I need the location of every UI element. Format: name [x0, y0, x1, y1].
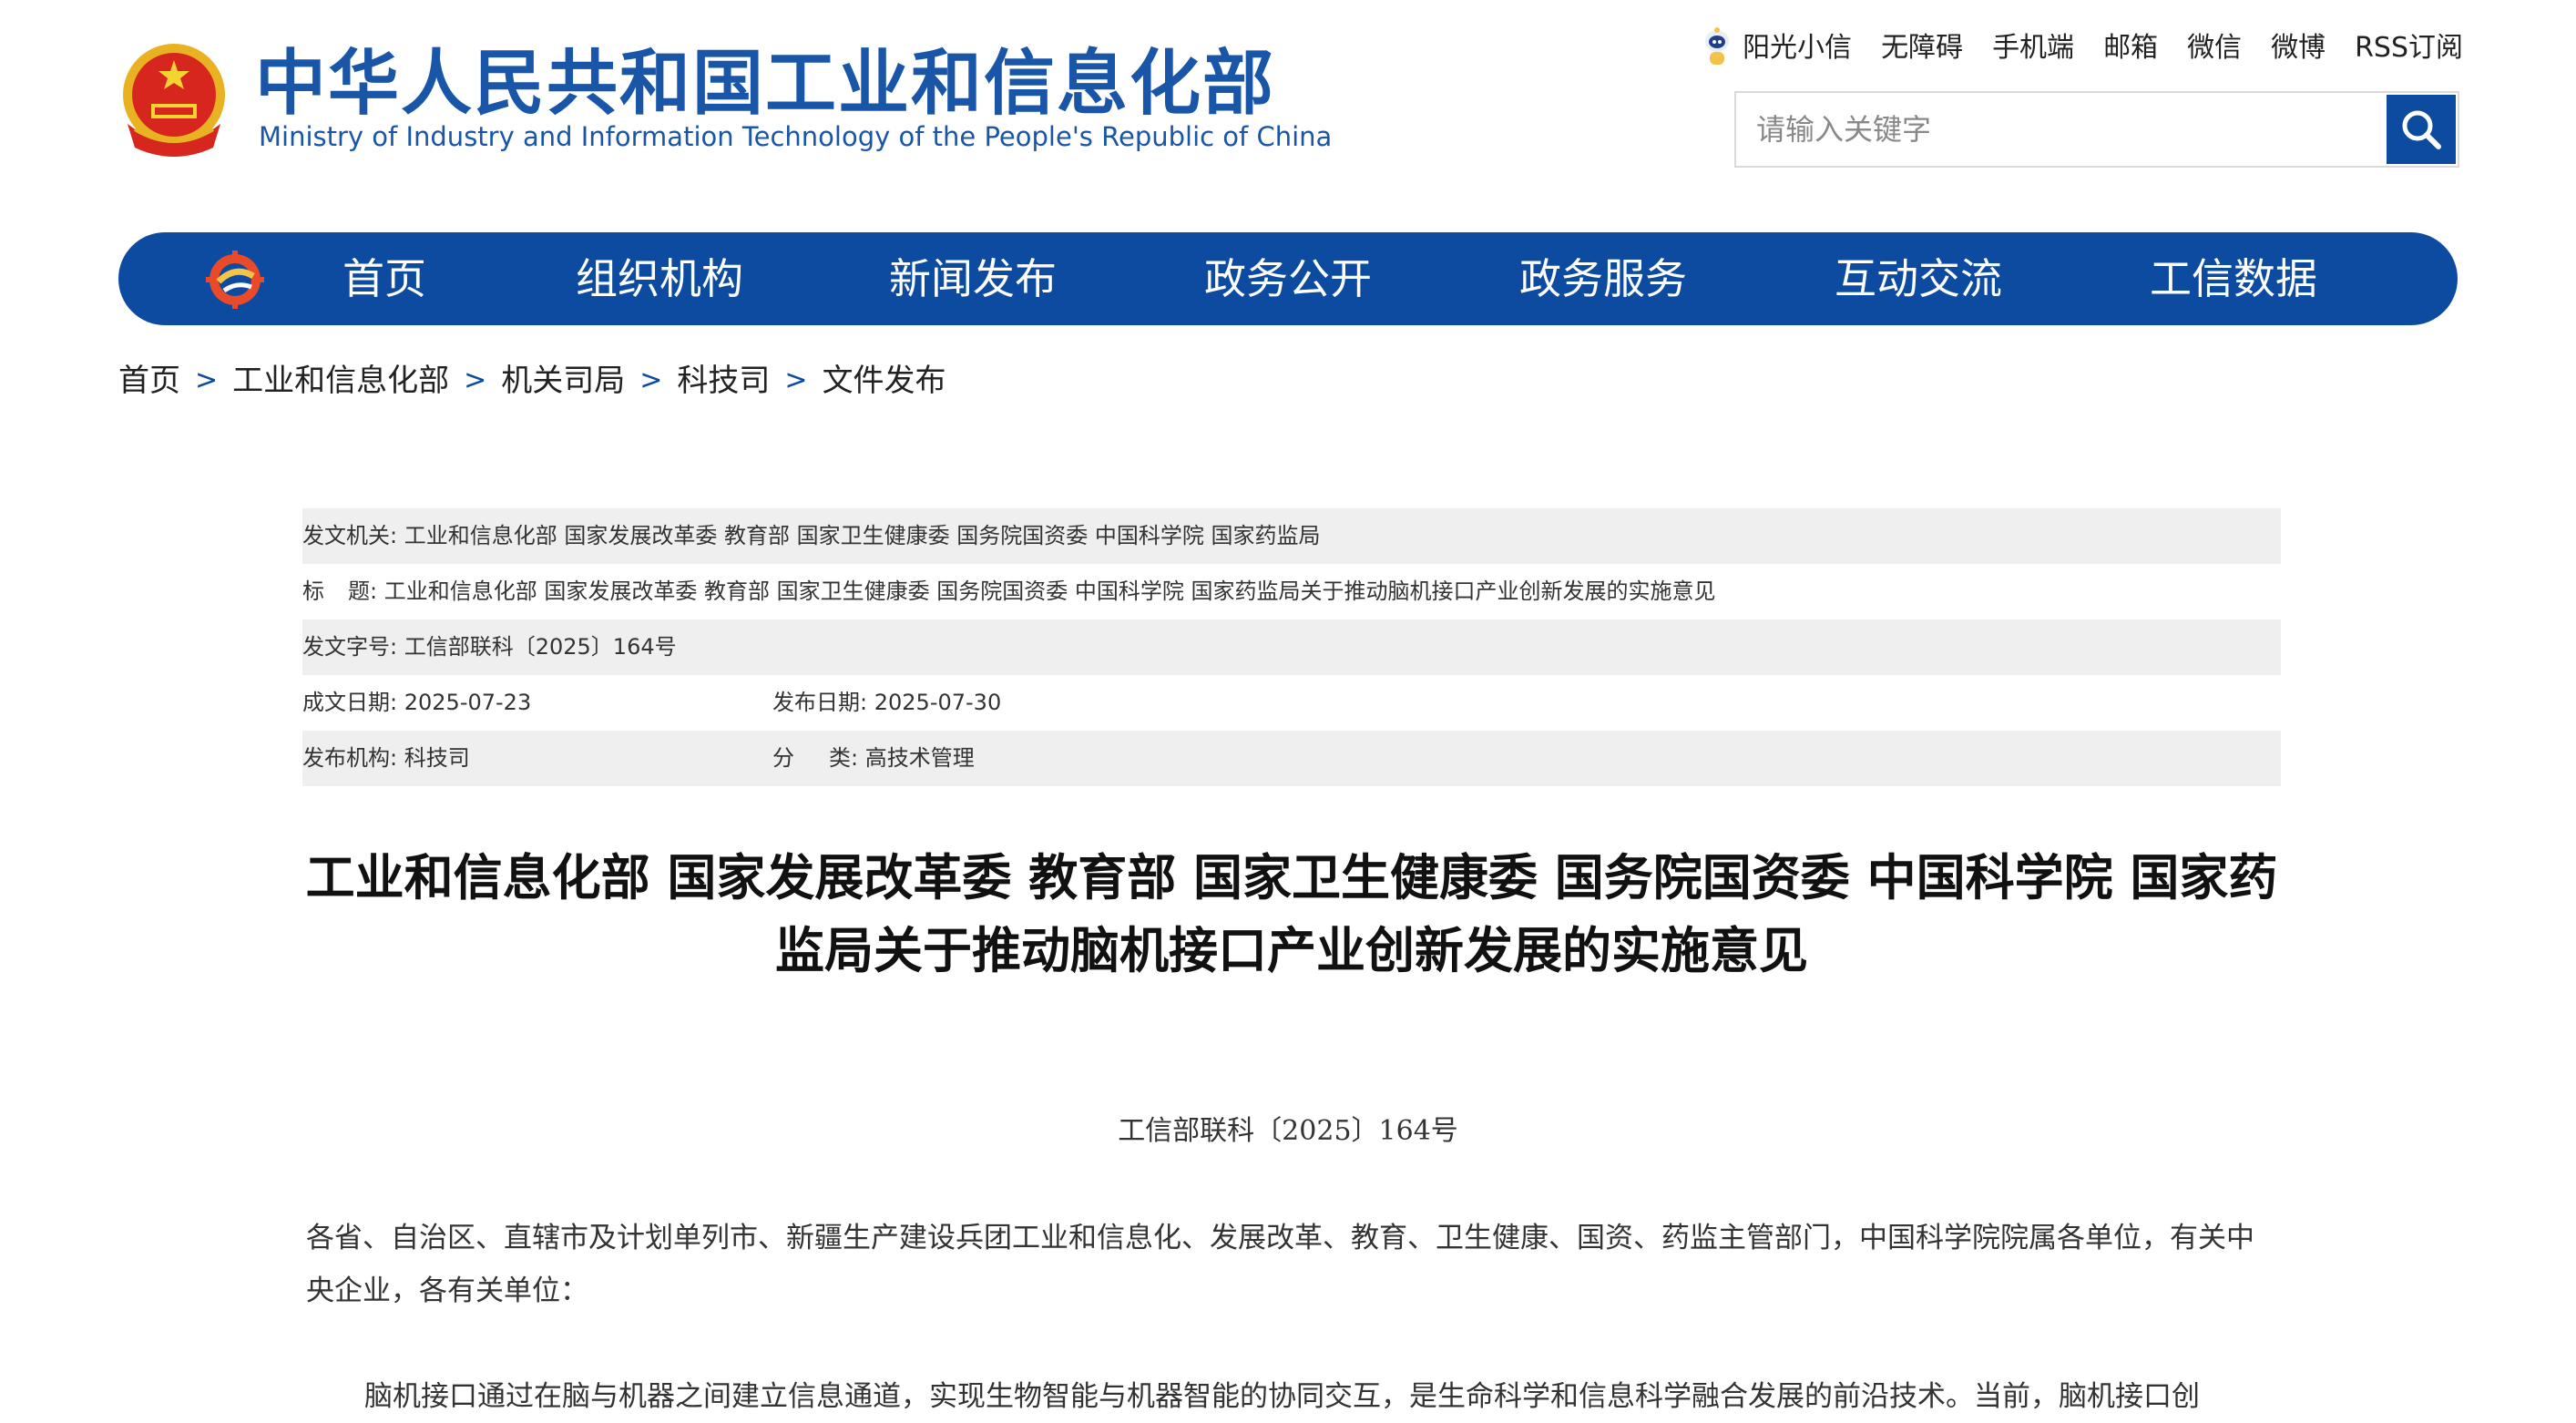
top-links: 阳光小信 无障碍 手机端 邮箱 微信 微博 RSS订阅	[1701, 26, 2463, 71]
subject-label-first-char: 标	[302, 578, 324, 604]
document-title: 工业和信息化部 国家发展改革委 教育部 国家卫生健康委 国务院国资委 中国科学院…	[305, 849, 2278, 979]
sunshine-assistant-label: 阳光小信	[1743, 32, 1853, 64]
rss-link[interactable]: RSS订阅	[2355, 26, 2463, 71]
robot-assistant-icon	[1705, 27, 1730, 65]
miit-logo-icon	[206, 251, 264, 309]
org-value: 科技司	[404, 745, 470, 771]
search-button[interactable]	[2387, 95, 2456, 164]
meta-row-subject: 标题: 工业和信息化部 国家发展改革委 教育部 国家卫生健康委 国务院国资委 中…	[302, 564, 2281, 619]
page: 中华人民共和国工业和信息化部 Ministry of Industry and …	[0, 0, 2576, 1413]
body-paragraph: 脑机接口通过在脑与机器之间建立信息通道，实现生物智能与机器智能的协同交互，是生命…	[364, 1380, 2200, 1413]
breadcrumb-separator: >	[195, 364, 219, 396]
breadcrumb-separator: >	[464, 364, 487, 396]
main-nav: 首页 组织机构 新闻发布 政务公开 政务服务 互动交流 工信数据	[118, 232, 2458, 325]
nav-interaction[interactable]: 互动交流	[1835, 232, 2002, 325]
national-emblem-icon	[123, 44, 225, 157]
nav-organization[interactable]: 组织机构	[576, 232, 743, 325]
breadcrumb: 首页 > 工业和信息化部 > 机关司局 > 科技司 > 文件发布	[118, 358, 946, 404]
meta-row-doc-number: 发文字号: 工信部联科〔2025〕164号	[302, 619, 2281, 675]
site-title: 中华人民共和国工业和信息化部	[255, 43, 1276, 125]
breadcrumb-departments[interactable]: 机关司局	[501, 358, 625, 404]
issuer-label: 发文机关:	[302, 523, 398, 548]
search-input[interactable]	[1736, 93, 2381, 166]
breadcrumb-documents[interactable]: 文件发布	[823, 358, 946, 404]
document-number: 工信部联科〔2025〕164号	[1118, 1115, 1458, 1147]
meta-row-org-category: 发布机构: 科技司 分 类: 高技术管理	[302, 731, 2281, 786]
category-label-second-char: 类:	[829, 745, 859, 771]
meta-row-dates: 成文日期: 2025-07-23 发布日期: 2025-07-30	[302, 675, 2281, 731]
nav-home[interactable]: 首页	[342, 232, 426, 325]
document-metadata: 发文机关: 工业和信息化部 国家发展改革委 教育部 国家卫生健康委 国务院国资委…	[302, 508, 2281, 786]
subject-value: 工业和信息化部 国家发展改革委 教育部 国家卫生健康委 国务院国资委 中国科学院…	[383, 578, 1716, 604]
nav-government-services[interactable]: 政务服务	[1519, 232, 1687, 325]
salutation-paragraph: 各省、自治区、直辖市及计划单列市、新疆生产建设兵团工业和信息化、发展改革、教育、…	[306, 1222, 2254, 1307]
search-icon	[2402, 110, 2441, 149]
doc-number-label: 发文字号:	[302, 634, 398, 660]
breadcrumb-separator: >	[784, 364, 808, 396]
wechat-link[interactable]: 微信	[2187, 26, 2242, 71]
breadcrumb-separator: >	[639, 364, 663, 396]
accessibility-link[interactable]: 无障碍	[1881, 26, 1963, 71]
breadcrumb-home[interactable]: 首页	[118, 358, 180, 404]
nav-data[interactable]: 工信数据	[2150, 232, 2317, 325]
org-label: 发布机构:	[302, 745, 398, 771]
doc-number-value: 工信部联科〔2025〕164号	[404, 634, 677, 660]
sunshine-assistant-link[interactable]: 阳光小信	[1701, 26, 1852, 71]
breadcrumb-ministry[interactable]: 工业和信息化部	[232, 358, 449, 404]
category-label-first-char: 分	[772, 745, 794, 771]
breadcrumb-science-tech[interactable]: 科技司	[677, 358, 770, 404]
mobile-link[interactable]: 手机端	[1992, 26, 2074, 71]
written-date-value: 2025-07-23	[404, 690, 532, 715]
search-box	[1734, 91, 2459, 168]
subject-label-second-char: 题:	[348, 578, 378, 604]
mail-link[interactable]: 邮箱	[2103, 26, 2158, 71]
weibo-link[interactable]: 微博	[2271, 26, 2326, 71]
category-value: 高技术管理	[864, 745, 975, 771]
nav-government-affairs[interactable]: 政务公开	[1204, 232, 1372, 325]
written-date-label: 成文日期:	[302, 690, 398, 715]
meta-row-issuer: 发文机关: 工业和信息化部 国家发展改革委 教育部 国家卫生健康委 国务院国资委…	[302, 508, 2281, 564]
site-title-english: Ministry of Industry and Information Tec…	[259, 121, 1333, 152]
published-date-value: 2025-07-30	[874, 690, 1002, 715]
issuer-value: 工业和信息化部 国家发展改革委 教育部 国家卫生健康委 国务院国资委 中国科学院…	[404, 523, 1321, 548]
nav-news[interactable]: 新闻发布	[889, 232, 1057, 325]
published-date-label: 发布日期:	[772, 690, 868, 715]
